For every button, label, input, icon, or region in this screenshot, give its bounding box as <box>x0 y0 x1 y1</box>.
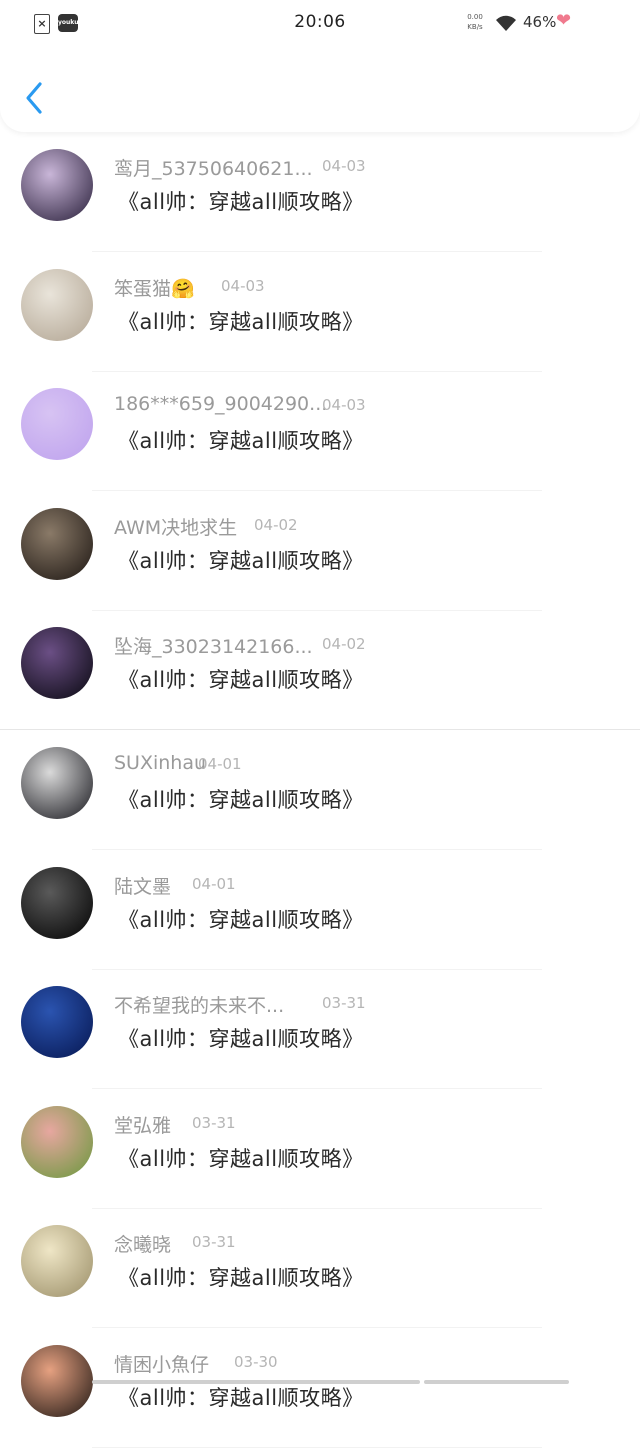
work-title[interactable]: 《all帅：穿越all顺攻略》 <box>118 425 364 455</box>
avatar[interactable] <box>21 866 93 939</box>
avatar[interactable] <box>21 1225 93 1298</box>
work-title[interactable]: 《all帅：穿越all顺攻略》 <box>118 784 364 814</box>
list-item[interactable]: 不希望我的未来不... 03-31 《all帅：穿越all顺攻略》 <box>0 969 640 1090</box>
user-name[interactable]: 陆文墨 <box>114 872 171 899</box>
list-item[interactable]: 情困小魚仔 03-30 《all帅：穿越all顺攻略》 <box>0 1328 640 1448</box>
comment-date: 04-03 <box>322 396 366 415</box>
avatar[interactable] <box>21 747 93 819</box>
work-title[interactable]: 《all帅：穿越all顺攻略》 <box>118 1262 364 1292</box>
user-name[interactable]: 186***659_9004290... <box>114 393 327 415</box>
work-title[interactable]: 《all帅：穿越all顺攻略》 <box>118 904 364 934</box>
comment-date: 03-31 <box>322 994 366 1013</box>
comment-date: 04-02 <box>322 635 366 654</box>
scroll-indicator-left <box>92 1380 420 1384</box>
user-name[interactable]: 笨蛋猫🤗 <box>114 274 195 301</box>
avatar[interactable] <box>21 627 93 700</box>
work-title[interactable]: 《all帅：穿越all顺攻略》 <box>118 1023 364 1053</box>
status-bar: × youku 20:06 0.00 KB/s 46% ❤ <box>0 0 640 46</box>
user-name[interactable]: 堂弘雅 <box>114 1111 171 1138</box>
user-name[interactable]: SUXinhau <box>114 752 206 774</box>
user-name[interactable]: 情困小魚仔 <box>114 1350 209 1377</box>
work-title[interactable]: 《all帅：穿越all顺攻略》 <box>118 186 364 216</box>
list-item[interactable]: AWM决地求生 04-02 《all帅：穿越all顺攻略》 <box>0 491 640 611</box>
user-name[interactable]: 鸾月_53750640621... <box>114 154 313 181</box>
list-item[interactable]: 笨蛋猫🤗 04-03 《all帅：穿越all顺攻略》 <box>0 252 640 372</box>
top-bar: × youku 20:06 0.00 KB/s 46% ❤ <box>0 0 640 132</box>
list-item[interactable]: 堂弘雅 03-31 《all帅：穿越all顺攻略》 <box>0 1089 640 1209</box>
list-item[interactable]: 陆文墨 04-01 《all帅：穿越all顺攻略》 <box>0 850 640 970</box>
work-title[interactable]: 《all帅：穿越all顺攻略》 <box>118 664 364 694</box>
work-title[interactable]: 《all帅：穿越all顺攻略》 <box>118 545 364 575</box>
list-item[interactable]: SUXinhau 04-01 《all帅：穿越all顺攻略》 <box>0 730 640 850</box>
comment-date: 04-01 <box>198 755 242 773</box>
net-speed-value: 0.00 <box>467 13 483 21</box>
heart-icon: ❤ <box>556 10 572 31</box>
comment-date: 03-31 <box>192 1233 236 1252</box>
avatar[interactable] <box>21 1105 93 1178</box>
comment-date: 04-02 <box>254 515 298 534</box>
work-title[interactable]: 《all帅：穿越all顺攻略》 <box>118 306 364 336</box>
comment-date: 04-03 <box>221 276 265 295</box>
avatar[interactable] <box>21 507 93 580</box>
comment-date: 03-30 <box>234 1353 278 1371</box>
list-item[interactable]: 鸾月_53750640621... 04-03 《all帅：穿越all顺攻略》 <box>0 132 640 252</box>
avatar[interactable] <box>21 268 93 341</box>
user-name[interactable]: AWM决地求生 <box>114 513 237 540</box>
comment-date: 04-01 <box>192 874 236 893</box>
comment-date: 04-03 <box>322 157 366 175</box>
work-title[interactable]: 《all帅：穿越all顺攻略》 <box>118 1143 364 1173</box>
avatar[interactable] <box>21 388 93 461</box>
wifi-icon <box>496 15 516 31</box>
net-speed: 0.00 KB/s <box>463 12 487 32</box>
list-item[interactable]: 念曦晓 03-31 《all帅：穿越all顺攻略》 <box>0 1208 640 1329</box>
chevron-left-icon[interactable] <box>18 78 50 118</box>
user-name[interactable]: 念曦晓 <box>114 1230 171 1257</box>
comment-date: 03-31 <box>192 1113 236 1132</box>
scroll-indicator-right <box>424 1380 569 1384</box>
avatar[interactable] <box>21 149 93 221</box>
user-name[interactable]: 坠海_33023142166... <box>114 632 313 659</box>
user-name[interactable]: 不希望我的未来不... <box>114 991 284 1018</box>
avatar[interactable] <box>21 986 93 1059</box>
list-item[interactable]: 186***659_9004290... 04-03 《all帅：穿越all顺攻略》 <box>0 371 640 492</box>
net-speed-unit: KB/s <box>467 23 483 31</box>
list-item[interactable]: 坠海_33023142166... 04-02 《all帅：穿越all顺攻略》 <box>0 610 640 731</box>
avatar[interactable] <box>21 1345 93 1417</box>
battery-level: 46% <box>523 13 557 31</box>
